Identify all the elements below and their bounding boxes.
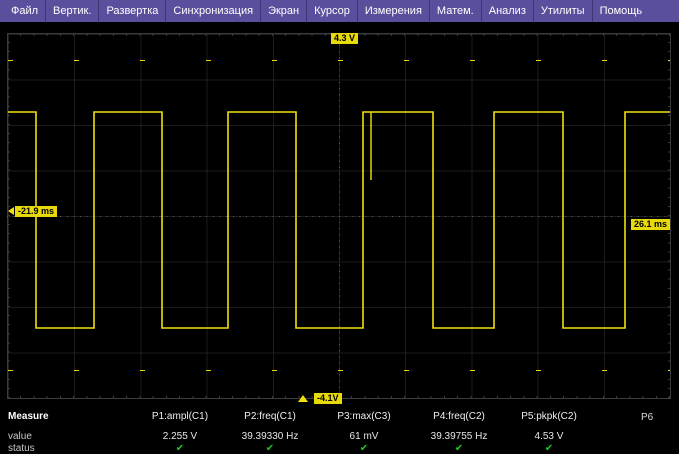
menu-item-trigger[interactable]: Синхронизация [166, 0, 261, 22]
measure-row-label: Measure [8, 411, 49, 422]
param-status-check-p2: ✔ [225, 443, 315, 454]
cursor-readout-left[interactable]: -21.9 ms [15, 206, 57, 217]
waveform-trace-c1 [0, 22, 679, 405]
param-header-p4[interactable]: P4:freq(C2) [414, 411, 504, 422]
oscilloscope-app: { "menu": { "items": ["Файл","Вертик.","… [0, 0, 679, 451]
menu-item-file[interactable]: Файл [4, 0, 46, 22]
param-status-check-p3: ✔ [319, 443, 409, 454]
param-status-check-p1: ✔ [135, 443, 225, 454]
menu-item-timebase[interactable]: Развертка [99, 0, 166, 22]
param-value-p4: 39.39755 Hz [414, 431, 504, 442]
menu-item-vertical[interactable]: Вертик. [46, 0, 99, 22]
param-header-p2[interactable]: P2:freq(C1) [225, 411, 315, 422]
cursor-arrow-left-icon[interactable] [8, 207, 14, 215]
param-status-check-p4: ✔ [414, 443, 504, 454]
param-header-p3[interactable]: P3:max(C3) [319, 411, 409, 422]
cursor-readout-right[interactable]: 26.1 ms [631, 219, 670, 230]
value-row-label: value [8, 431, 32, 442]
param-value-p3: 61 mV [319, 431, 409, 442]
menu-item-display[interactable]: Экран [261, 0, 307, 22]
param-value-p2: 39.39330 Hz [225, 431, 315, 442]
param-header-p5[interactable]: P5:pkpk(C2) [504, 411, 594, 422]
measurement-panel: Measure value status P1:ampl(C1) P2:freq… [0, 405, 679, 451]
menu-item-help[interactable]: Помощь [593, 0, 650, 22]
menu-item-analysis[interactable]: Анализ [482, 0, 534, 22]
menu-item-cursor[interactable]: Курсор [307, 0, 358, 22]
menu-item-math[interactable]: Матем. [430, 0, 482, 22]
trigger-position-marker-icon[interactable] [298, 395, 308, 402]
menu-item-measure[interactable]: Измерения [358, 0, 430, 22]
menu-item-utilities[interactable]: Утилиты [534, 0, 593, 22]
menu-bar: Файл Вертик. Развертка Синхронизация Экр… [0, 0, 679, 22]
param-status-check-p5: ✔ [504, 443, 594, 454]
cursor-readout-top[interactable]: 4.3 V [331, 33, 358, 44]
param-value-p5: 4.53 V [504, 431, 594, 442]
param-header-p6[interactable]: P6 [641, 412, 653, 423]
param-value-p1: 2.255 V [135, 431, 225, 442]
param-header-p1[interactable]: P1:ampl(C1) [135, 411, 225, 422]
scope-display: -21.9 ms 26.1 ms 4.3 V -4.1V [0, 22, 679, 405]
cursor-readout-bottom[interactable]: -4.1V [314, 393, 342, 404]
status-row-label: status [8, 443, 35, 454]
